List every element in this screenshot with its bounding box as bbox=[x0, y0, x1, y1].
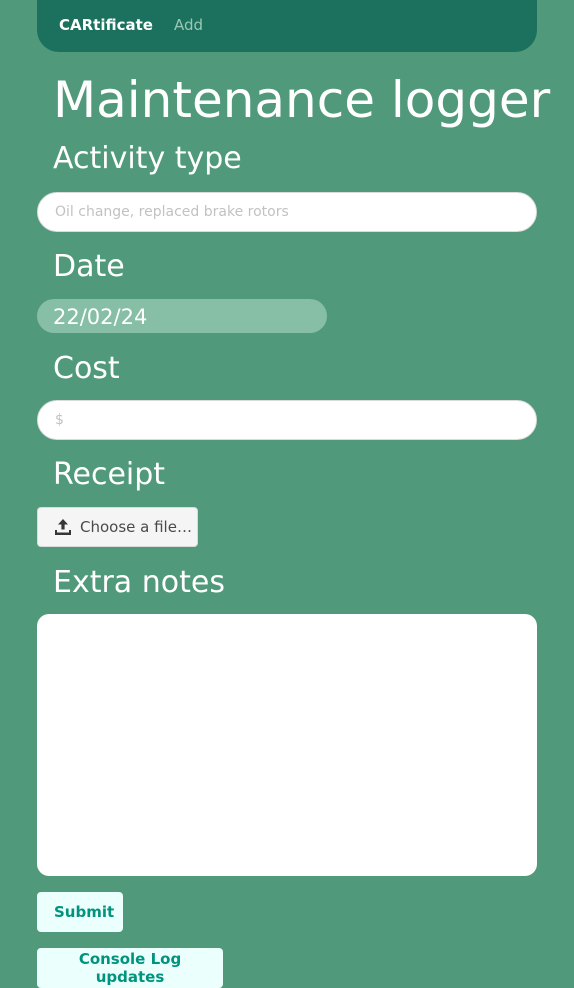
navbar: CARtificate Add bbox=[37, 0, 537, 52]
choose-file-button[interactable]: Choose a file… bbox=[37, 507, 198, 547]
choose-file-label: Choose a file… bbox=[80, 518, 192, 536]
cost-label: Cost bbox=[53, 351, 120, 386]
nav-add-link[interactable]: Add bbox=[174, 16, 203, 34]
activity-type-input[interactable] bbox=[37, 192, 537, 232]
brand-link[interactable]: CARtificate bbox=[59, 16, 153, 34]
date-label: Date bbox=[53, 249, 125, 284]
activity-type-label: Activity type bbox=[53, 141, 242, 176]
extra-notes-textarea[interactable] bbox=[37, 614, 537, 876]
page-title: Maintenance logger bbox=[53, 71, 551, 129]
receipt-label: Receipt bbox=[53, 457, 166, 492]
upload-icon bbox=[54, 518, 72, 536]
console-log-button[interactable]: Console Log updates bbox=[37, 948, 223, 988]
submit-button[interactable]: Submit bbox=[37, 892, 123, 932]
date-field[interactable]: 22/02/24 bbox=[37, 299, 327, 333]
cost-input[interactable] bbox=[37, 400, 537, 440]
extra-notes-label: Extra notes bbox=[53, 565, 225, 600]
